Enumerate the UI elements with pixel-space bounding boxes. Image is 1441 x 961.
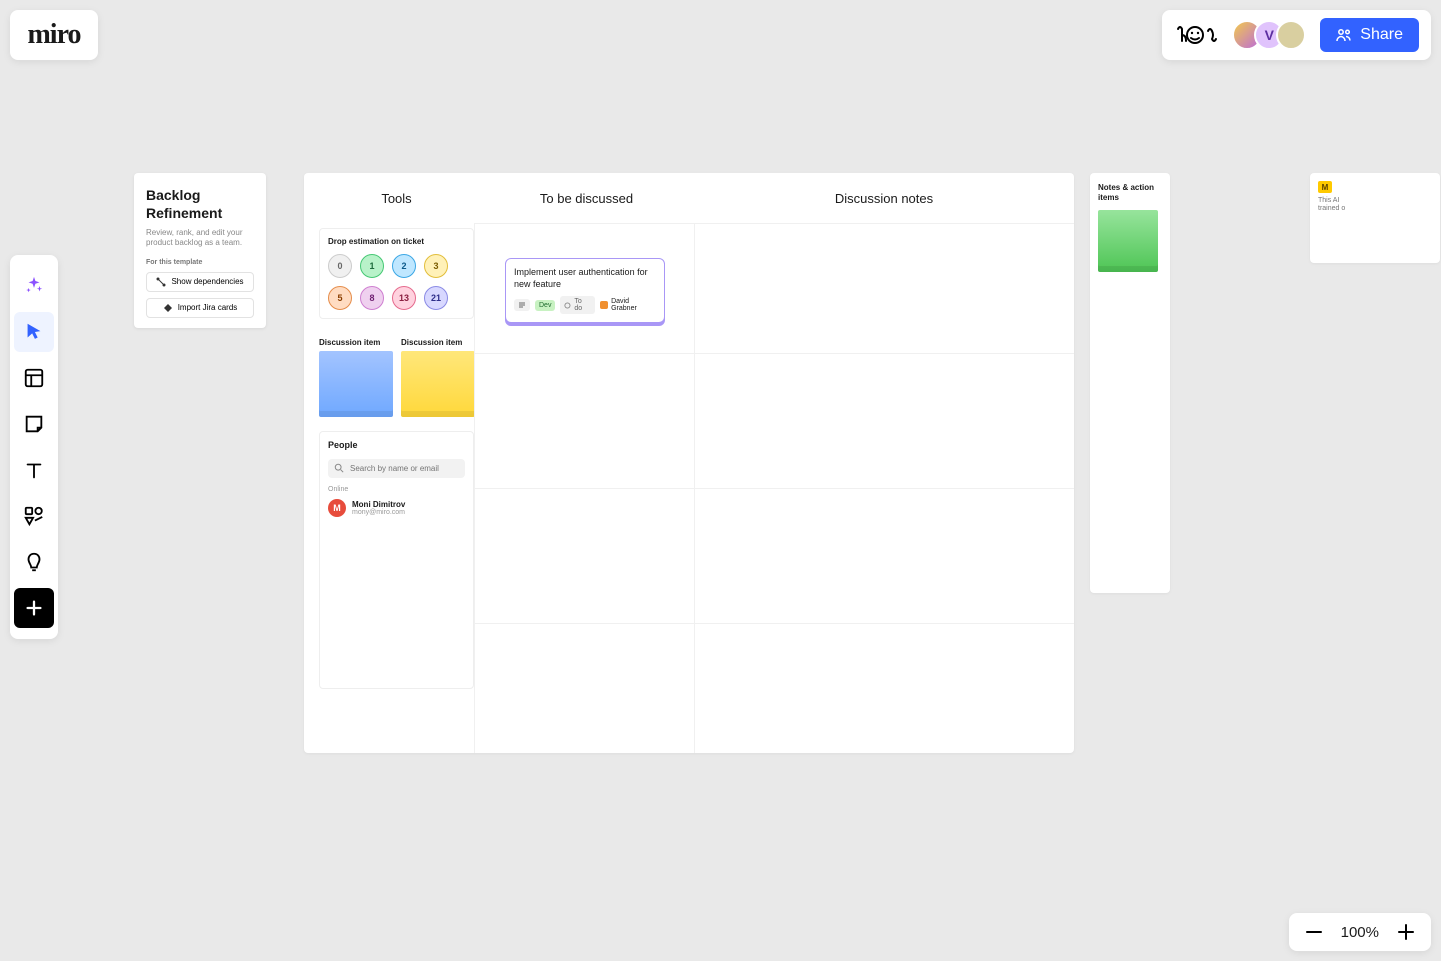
ticket-status-todo: To do	[560, 296, 595, 314]
logo-text: miro	[27, 19, 80, 51]
chip-13[interactable]: 13	[392, 286, 416, 310]
tool-text[interactable]	[14, 450, 54, 490]
tool-templates[interactable]	[14, 358, 54, 398]
grid-line	[474, 353, 1074, 354]
share-button[interactable]: Share	[1320, 18, 1419, 52]
template-subtitle: Review, rank, and edit your product back…	[146, 228, 254, 249]
sticky-note-icon	[23, 413, 45, 435]
discussion-item-label-2: Discussion item	[401, 338, 475, 347]
chip-1[interactable]: 1	[360, 254, 384, 278]
circle-icon	[564, 302, 571, 309]
grid-line	[474, 488, 1074, 489]
left-toolbar	[10, 255, 58, 639]
chip-2[interactable]: 2	[392, 254, 416, 278]
zoom-in-button[interactable]	[1397, 923, 1415, 941]
template-card: Backlog Refinement Review, rank, and edi…	[134, 173, 266, 328]
zoom-value[interactable]: 100%	[1341, 924, 1379, 941]
notes-header: Notes & action items	[1098, 183, 1162, 202]
discussion-items-row: Discussion item Discussion item	[319, 338, 474, 417]
tool-more[interactable]	[14, 588, 54, 628]
discussion-item-yellow: Discussion item	[401, 338, 475, 417]
discussion-item-label-1: Discussion item	[319, 338, 393, 347]
grid-line	[474, 223, 1074, 224]
grid-line	[474, 623, 1074, 624]
chip-21[interactable]: 21	[424, 286, 448, 310]
people-search-input[interactable]	[328, 459, 465, 478]
template-icon	[23, 367, 45, 389]
estimation-chips: 0 1 2 3 5 8 13 21	[328, 254, 465, 310]
person-avatar: M	[328, 499, 346, 517]
for-this-template-label: For this template	[146, 259, 254, 266]
grid-vline	[474, 223, 475, 753]
right-truncated-panel[interactable]: M This AI trained o	[1310, 173, 1440, 263]
shapes-icon	[23, 505, 45, 527]
people-search-wrap	[328, 458, 465, 478]
template-title: Backlog Refinement	[146, 187, 254, 222]
zoom-control: 100%	[1289, 913, 1431, 951]
tool-pen[interactable]	[14, 542, 54, 582]
grid-vline	[694, 223, 695, 753]
tool-select[interactable]	[14, 312, 54, 352]
chip-3[interactable]: 3	[424, 254, 448, 278]
estimation-label: Drop estimation on ticket	[328, 237, 465, 246]
chip-8[interactable]: 8	[360, 286, 384, 310]
avatar-stack[interactable]: V	[1232, 20, 1306, 50]
search-icon	[334, 463, 344, 473]
jira-icon	[163, 303, 173, 313]
people-icon	[1336, 27, 1352, 43]
sparkle-icon	[23, 275, 45, 297]
sticky-blue[interactable]	[319, 351, 393, 417]
cursor-icon	[23, 321, 45, 343]
chip-5[interactable]: 5	[328, 286, 352, 310]
online-label: Online	[328, 486, 465, 493]
ticket-meta: Dev To do David Grabner	[514, 296, 656, 314]
person-row[interactable]: M Moni Dimitrov mony@miro.com	[328, 499, 465, 517]
text-icon	[23, 459, 45, 481]
column-header-discussed: To be discussed	[479, 173, 694, 223]
dependencies-icon	[156, 277, 166, 287]
tool-shapes[interactable]	[14, 496, 54, 536]
column-header-notes: Discussion notes	[694, 173, 1074, 223]
pen-icon	[23, 551, 45, 573]
miro-logo[interactable]: miro	[10, 10, 98, 60]
chip-0[interactable]: 0	[328, 254, 352, 278]
right-panel-text-2: trained o	[1318, 205, 1432, 213]
tool-sticky[interactable]	[14, 404, 54, 444]
ticket-card[interactable]: Implement user authentication for new fe…	[505, 258, 665, 323]
right-panel-text-1: This AI	[1318, 197, 1432, 205]
ticket-assignee: David Grabner	[600, 298, 656, 312]
discussion-item-blue: Discussion item	[319, 338, 393, 417]
top-right-bar: V Share	[1162, 10, 1431, 60]
board[interactable]: Tools To be discussed Discussion notes D…	[304, 173, 1074, 753]
reactions-icon[interactable]	[1174, 23, 1218, 47]
show-dependencies-button[interactable]: Show dependencies	[146, 272, 254, 292]
estimation-panel: Drop estimation on ticket 0 1 2 3 5 8 13…	[319, 228, 474, 319]
sticky-green[interactable]	[1098, 210, 1158, 272]
person-name: Moni Dimitrov	[352, 500, 405, 509]
people-panel: People Online M Moni Dimitrov mony@miro.…	[319, 431, 474, 689]
minus-icon	[1305, 923, 1323, 941]
plus-icon	[23, 597, 45, 619]
ticket-tag-dev: Dev	[535, 300, 555, 311]
avatar-3[interactable]	[1276, 20, 1306, 50]
ticket-desc-icon	[514, 299, 530, 311]
notes-panel[interactable]: Notes & action items	[1090, 173, 1170, 593]
person-email: mony@miro.com	[352, 509, 405, 516]
column-header-tools: Tools	[319, 173, 474, 223]
sticky-yellow[interactable]	[401, 351, 475, 417]
tool-ai[interactable]	[14, 266, 54, 306]
assignee-avatar-icon	[600, 301, 608, 309]
people-header: People	[328, 440, 465, 450]
plus-icon	[1397, 923, 1415, 941]
import-jira-button[interactable]: Import Jira cards	[146, 298, 254, 318]
ticket-title: Implement user authentication for new fe…	[514, 267, 656, 290]
zoom-out-button[interactable]	[1305, 923, 1323, 941]
share-label: Share	[1360, 26, 1403, 44]
miro-badge-icon: M	[1318, 181, 1332, 193]
